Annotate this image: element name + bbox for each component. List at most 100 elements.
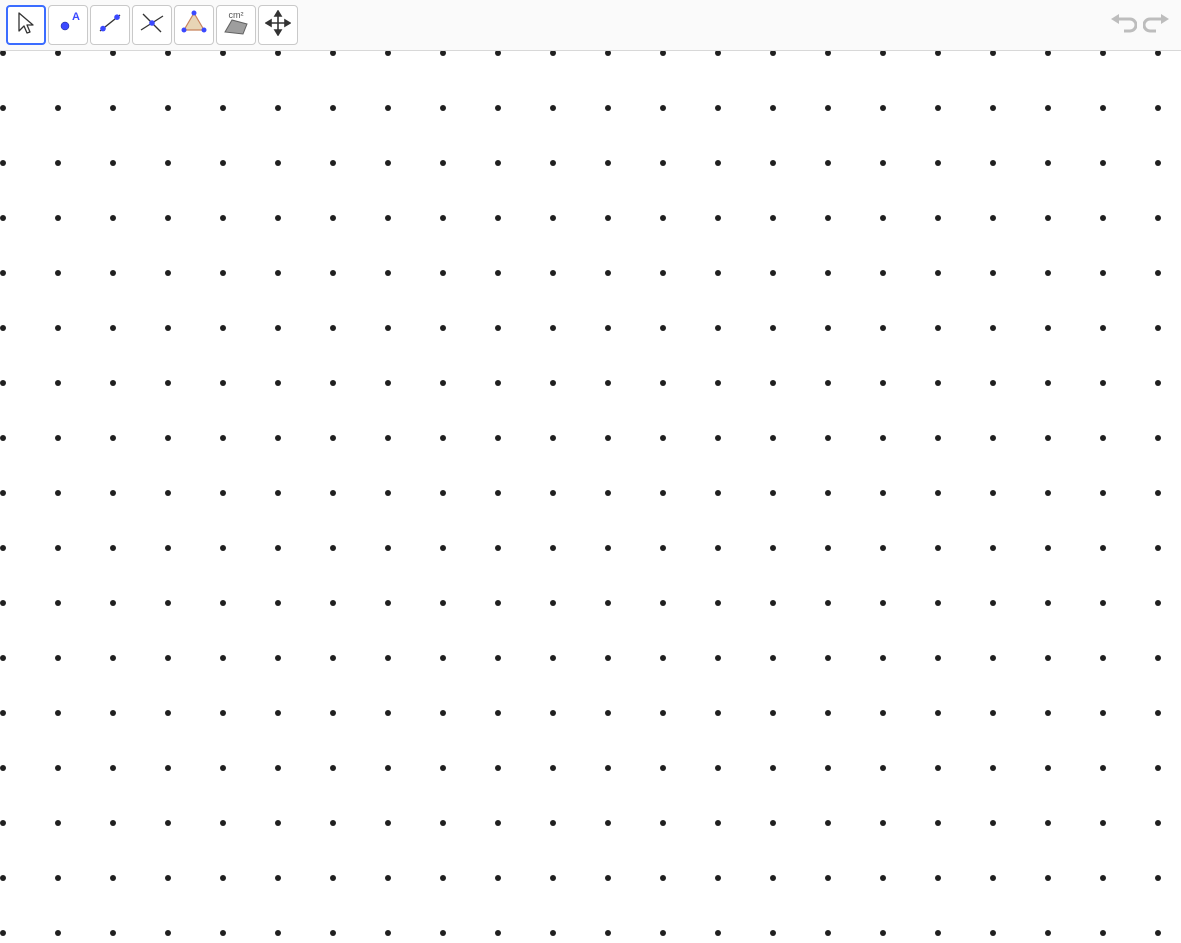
grid-dot [770, 710, 776, 716]
grid-dot [550, 435, 556, 441]
grid-dot [0, 655, 6, 661]
canvas-area[interactable] [0, 51, 1181, 943]
grid-dot [440, 765, 446, 771]
grid-dot [1045, 820, 1051, 826]
grid-dot [55, 875, 61, 881]
grid-dot [495, 820, 501, 826]
grid-dot [0, 51, 6, 56]
move-tool-button[interactable] [6, 5, 46, 45]
grid-dot [660, 105, 666, 111]
grid-dot [550, 51, 556, 56]
grid-dot [1155, 160, 1161, 166]
grid-dot [275, 930, 281, 936]
grid-dot [495, 215, 501, 221]
grid-dot [935, 325, 941, 331]
grid-dot [55, 51, 61, 56]
grid-dot [1100, 490, 1106, 496]
grid-dot [880, 325, 886, 331]
line-tool-button[interactable] [90, 5, 130, 45]
grid-dot [0, 435, 6, 441]
grid-dot [385, 820, 391, 826]
grid-dot [330, 710, 336, 716]
grid-dot [550, 875, 556, 881]
grid-dot [1100, 325, 1106, 331]
grid-dot [825, 380, 831, 386]
grid-dot [220, 215, 226, 221]
grid-dot [275, 270, 281, 276]
grid-dot [770, 765, 776, 771]
grid-dot [165, 435, 171, 441]
grid-dot [660, 215, 666, 221]
grid-dot [935, 710, 941, 716]
grid-dot [715, 820, 721, 826]
grid-dot [55, 325, 61, 331]
polygon-tool-button[interactable] [174, 5, 214, 45]
grid-dot [660, 490, 666, 496]
grid-dot [385, 270, 391, 276]
grid-dot [1045, 160, 1051, 166]
grid-dot [880, 930, 886, 936]
grid-dot [275, 710, 281, 716]
grid-dot [935, 655, 941, 661]
grid-dot [770, 380, 776, 386]
grid-dot [440, 270, 446, 276]
grid-dot [1155, 710, 1161, 716]
grid-dot [715, 655, 721, 661]
grid-dot [1100, 820, 1106, 826]
grid-dot [220, 105, 226, 111]
grid-dot [660, 435, 666, 441]
grid-dot [715, 765, 721, 771]
grid-dot [330, 490, 336, 496]
grid-dot [495, 270, 501, 276]
grid-dot [440, 930, 446, 936]
grid-dot [0, 930, 6, 936]
redo-button[interactable] [1141, 9, 1173, 41]
grid-dot [825, 105, 831, 111]
grid-dot [715, 160, 721, 166]
grid-dot [880, 215, 886, 221]
grid-dot [495, 545, 501, 551]
grid-dot [1100, 435, 1106, 441]
grid-dot [1155, 105, 1161, 111]
point-tool-button[interactable]: A [48, 5, 88, 45]
grid-dot [605, 655, 611, 661]
grid-dot [990, 380, 996, 386]
grid-dot [165, 655, 171, 661]
grid-dot [660, 600, 666, 606]
move-arrows-icon [265, 10, 291, 41]
grid-dot [1045, 51, 1051, 56]
grid-dot [825, 655, 831, 661]
grid-dot [495, 710, 501, 716]
grid-dot [935, 160, 941, 166]
grid-dot [550, 930, 556, 936]
grid-dot [495, 655, 501, 661]
grid-dot [880, 380, 886, 386]
grid-dot [935, 765, 941, 771]
grid-dot [935, 380, 941, 386]
grid-dot [880, 765, 886, 771]
grid-dot [715, 710, 721, 716]
grid-dot [605, 435, 611, 441]
grid-dot [770, 875, 776, 881]
pan-tool-button[interactable] [258, 5, 298, 45]
grid-dot [385, 930, 391, 936]
grid-dot [440, 380, 446, 386]
grid-dot [935, 600, 941, 606]
grid-dot [660, 380, 666, 386]
grid-dot [275, 875, 281, 881]
grid-dot [715, 490, 721, 496]
undo-button[interactable] [1107, 9, 1139, 41]
grid-dot [440, 820, 446, 826]
grid-dot [220, 600, 226, 606]
toolbar-tools-group: A [6, 5, 298, 45]
grid-dot [330, 765, 336, 771]
grid-dot [110, 380, 116, 386]
area-tool-button[interactable]: cm² [216, 5, 256, 45]
grid-dot [935, 51, 941, 56]
grid-dot [165, 930, 171, 936]
grid-dot [110, 820, 116, 826]
intersect-tool-button[interactable] [132, 5, 172, 45]
grid-dot [220, 930, 226, 936]
grid-dot [1100, 765, 1106, 771]
grid-dot [385, 105, 391, 111]
